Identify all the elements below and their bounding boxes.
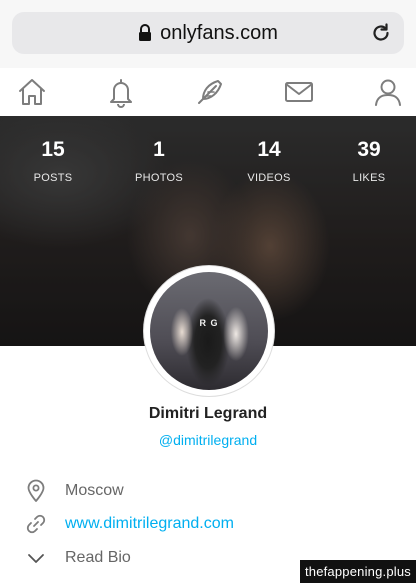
home-icon[interactable]	[16, 76, 48, 108]
stat-likes[interactable]: 39 LIKES	[329, 138, 409, 184]
reload-icon[interactable]	[370, 22, 392, 44]
avatar[interactable]: R G	[144, 266, 274, 396]
watermark: thefappening.plus	[299, 560, 416, 583]
url-text: onlyfans.com	[160, 21, 278, 44]
stat-videos[interactable]: 14 VIDEOS	[229, 138, 309, 184]
mail-icon[interactable]	[283, 76, 315, 108]
stat-value: 1	[153, 138, 165, 161]
stat-photos[interactable]: 1 PHOTOS	[119, 138, 199, 184]
link-icon	[26, 514, 46, 534]
location-pin-icon	[27, 479, 45, 502]
stat-posts[interactable]: 15 POSTS	[13, 138, 93, 184]
chevron-down-icon	[28, 554, 44, 563]
address-bar[interactable]: onlyfans.com	[12, 12, 404, 54]
stat-label: VIDEOS	[247, 172, 291, 184]
top-nav	[0, 68, 416, 117]
lock-icon	[139, 24, 152, 41]
stat-label: LIKES	[352, 172, 386, 184]
avatar-photo: R G	[150, 272, 268, 390]
browser-toolbar: onlyfans.com	[0, 0, 416, 68]
location-row: Moscow	[24, 478, 124, 504]
website-link[interactable]: www.dimitrilegrand.com	[65, 515, 234, 533]
stat-label: POSTS	[33, 172, 73, 184]
read-bio-row[interactable]: Read Bio	[24, 545, 131, 571]
stat-value: 14	[257, 138, 281, 161]
feather-icon[interactable]	[194, 76, 226, 108]
user-icon[interactable]	[372, 76, 404, 108]
website-row: www.dimitrilegrand.com	[24, 511, 234, 537]
avatar-shirt-text: R G	[199, 318, 219, 328]
location-text: Moscow	[65, 482, 124, 499]
stat-value: 39	[357, 138, 381, 161]
profile-name: Dimitri Legrand	[148, 405, 268, 422]
stat-label: PHOTOS	[134, 172, 184, 184]
read-bio-label: Read Bio	[65, 549, 131, 566]
stat-value: 15	[41, 138, 65, 161]
bell-icon[interactable]	[105, 76, 137, 108]
profile-handle[interactable]: @dimitrilegrand	[0, 432, 416, 448]
